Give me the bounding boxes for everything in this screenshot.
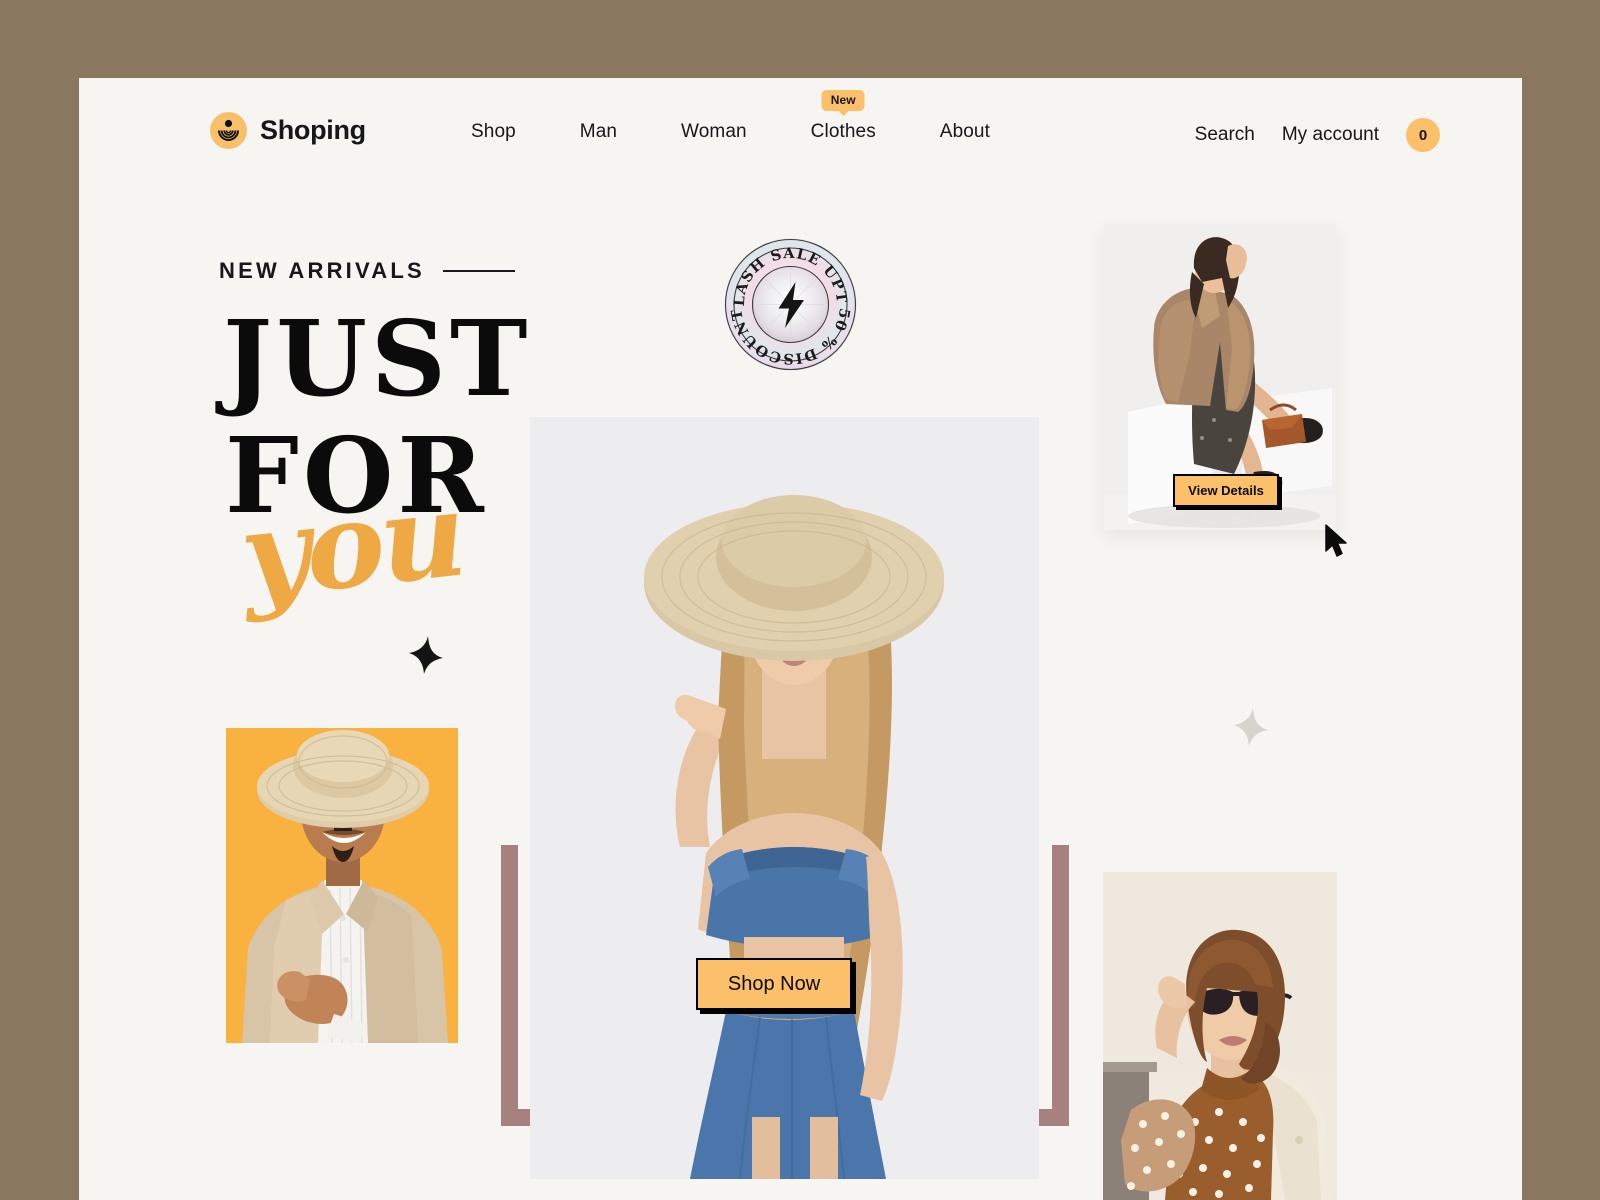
hero-eyebrow: NEW ARRIVALS bbox=[219, 258, 425, 283]
shop-now-label: Shop Now bbox=[727, 972, 821, 995]
my-account-button[interactable]: My account bbox=[1282, 124, 1379, 146]
main-navigation: Shop Man Woman New Clothes About bbox=[439, 90, 1022, 143]
four-point-star-icon bbox=[1234, 708, 1268, 751]
site-header: Shoping Shop Man Woman New Clothes About… bbox=[79, 78, 1522, 198]
view-details-label: View Details bbox=[1188, 483, 1264, 498]
nav-item-clothes[interactable]: New Clothes bbox=[779, 90, 908, 143]
header-actions: Search My account 0 bbox=[1195, 118, 1440, 152]
shop-now-button[interactable]: Shop Now bbox=[696, 958, 852, 1010]
hero-title-script: you bbox=[234, 463, 469, 626]
hero-title-line-1: JUST bbox=[223, 297, 532, 420]
flash-sale-badge: FLASH SALE UPTO 50 % DISCOUNT bbox=[715, 223, 859, 373]
radar-smiley-logo-icon bbox=[210, 112, 247, 149]
nav-label: Shop bbox=[471, 121, 516, 142]
product-card-man[interactable] bbox=[226, 728, 458, 1043]
eyebrow-rule bbox=[442, 270, 515, 272]
new-badge: New bbox=[821, 90, 865, 111]
four-point-star-icon bbox=[409, 636, 443, 679]
brand-name: Shoping bbox=[260, 115, 366, 145]
view-details-button[interactable]: View Details bbox=[1173, 474, 1279, 507]
nav-label: Clothes bbox=[810, 121, 876, 142]
page-card: Shoping Shop Man Woman New Clothes About… bbox=[79, 78, 1522, 1200]
brand-logo[interactable]: Shoping bbox=[210, 112, 366, 149]
nav-item-woman[interactable]: Woman bbox=[649, 121, 779, 143]
product-card-bottom-right[interactable] bbox=[1103, 872, 1337, 1200]
hero-product-image[interactable] bbox=[530, 417, 1039, 1179]
nav-label: About bbox=[939, 121, 990, 142]
hero-eyebrow-row: NEW ARRIVALS bbox=[219, 258, 639, 284]
nav-label: Woman bbox=[681, 121, 747, 142]
nav-item-about[interactable]: About bbox=[908, 121, 1022, 143]
cart-count-badge[interactable]: 0 bbox=[1406, 118, 1440, 152]
nav-item-shop[interactable]: Shop bbox=[439, 121, 548, 143]
nav-label: Man bbox=[579, 121, 618, 142]
nav-item-man[interactable]: Man bbox=[548, 121, 649, 143]
search-button[interactable]: Search bbox=[1195, 124, 1255, 146]
